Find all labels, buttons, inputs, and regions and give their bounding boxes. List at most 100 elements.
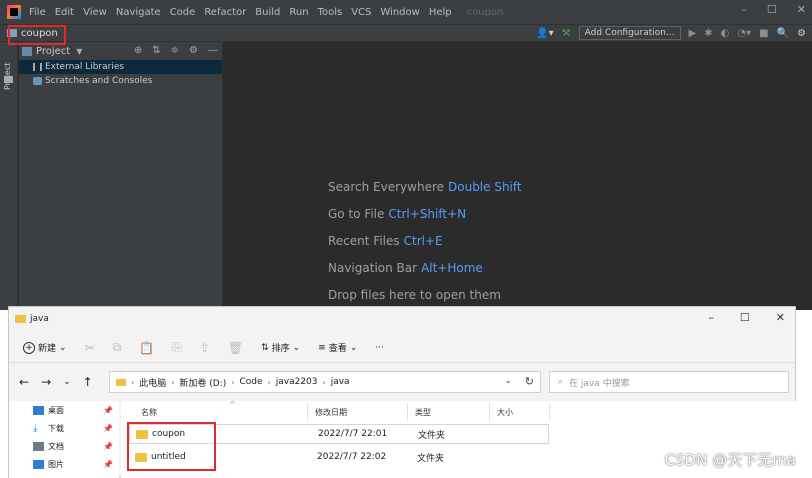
collapse-all-icon[interactable]: ≑ [171, 45, 179, 56]
locate-icon[interactable]: ⊕ [134, 45, 142, 56]
column-divider[interactable] [549, 403, 550, 421]
menu-vcs[interactable]: VCS [351, 7, 371, 18]
desktop-icon [33, 405, 44, 415]
address-segment[interactable]: 新加卷 (D:) [179, 376, 226, 389]
pin-icon[interactable]: 📌 [103, 424, 113, 433]
project-tool-tab[interactable]: Project [3, 46, 15, 90]
chevron-right-icon: › [322, 377, 326, 387]
share-icon[interactable]: ⇪ [200, 341, 210, 355]
file-date: 2022/7/7 22:01 [318, 429, 388, 439]
hint-shortcut: Ctrl+Shift+N [388, 207, 467, 221]
settings-gear-icon[interactable]: ⚙ [797, 28, 806, 39]
address-bar[interactable]: › 此电脑 › 新加卷 (D:) › Code › java2203 › jav… [109, 371, 541, 393]
address-segment[interactable]: java [331, 377, 350, 387]
column-header-name[interactable]: 名称 ^ [121, 400, 307, 421]
search-icon: ⌕ [558, 377, 564, 387]
address-segment[interactable]: java2203 [276, 377, 318, 387]
csdn-watermark: CSDN @天下无ma [664, 451, 796, 469]
chevron-right-icon: › [171, 377, 175, 387]
hint-drop-files: Drop files here to open them [328, 288, 501, 302]
hint-search-everywhere: Search Everywhere Double Shift [328, 180, 522, 194]
hint-recent-files: Recent Files Ctrl+E [328, 234, 443, 248]
back-arrow-icon[interactable]: ← [19, 375, 29, 389]
coverage-icon[interactable]: ◐ [721, 28, 730, 39]
sort-caret-icon: ^ [229, 400, 236, 409]
column-header-type[interactable]: 类型 [407, 403, 489, 421]
delete-icon[interactable]: 🗑 [228, 341, 243, 355]
menu-window[interactable]: Window [380, 7, 419, 18]
profile-icon[interactable]: ◔▾ [737, 28, 751, 39]
maximize-icon[interactable]: ☐ [767, 3, 777, 16]
search-icon[interactable]: 🔍 [777, 28, 789, 39]
file-date: 2022/7/7 22:02 [317, 452, 387, 462]
add-configuration-button[interactable]: Add Configuration... [578, 26, 681, 40]
recent-locations-icon[interactable]: ⌄ [63, 377, 71, 387]
column-label: 名称 [141, 407, 157, 417]
menu-refactor[interactable]: Refactor [204, 7, 246, 18]
menu-build[interactable]: Build [255, 7, 280, 18]
search-placeholder: 在 java 中搜索 [569, 378, 630, 389]
download-icon: ⤓ [33, 422, 38, 434]
project-tool-folder-icon[interactable] [4, 76, 13, 83]
user-icon[interactable]: 👤▾ [536, 28, 553, 39]
pin-icon[interactable]: 📌 [103, 460, 113, 469]
highlight-box-folders [127, 422, 216, 471]
address-segment[interactable]: 此电脑 [139, 376, 166, 389]
tree-item-scratches[interactable]: Scratches and Consoles [19, 74, 222, 88]
stop-icon[interactable]: ■ [759, 28, 768, 39]
column-header-date[interactable]: 修改日期 [307, 403, 407, 421]
more-button[interactable]: ··· [375, 343, 384, 353]
build-hammer-icon[interactable]: ⚒ [562, 28, 571, 39]
search-input[interactable]: ⌕ 在 java 中搜索 [549, 371, 789, 393]
nav-item-downloads[interactable]: ⤓ 下载 📌 [9, 419, 119, 437]
documents-icon [33, 441, 44, 451]
explorer-title: java [30, 314, 49, 324]
cut-icon[interactable]: ✂ [85, 341, 95, 355]
menu-edit[interactable]: Edit [55, 7, 74, 18]
menu-tools[interactable]: Tools [318, 7, 343, 18]
new-button[interactable]: + 新建 ⌄ [23, 341, 67, 354]
menu-code[interactable]: Code [170, 7, 196, 18]
menu-view[interactable]: View [83, 7, 107, 18]
close-icon[interactable]: ✕ [797, 3, 806, 16]
tree-item-external-libraries[interactable]: External Libraries [19, 60, 222, 74]
gear-icon[interactable]: ⚙ [189, 45, 198, 56]
explorer-address-row: ← → ⌄ ↑ › 此电脑 › 新加卷 (D:) › Code › java22… [9, 369, 795, 395]
paste-icon[interactable]: 📋 [139, 341, 154, 355]
forward-arrow-icon[interactable]: → [41, 375, 51, 389]
chevron-down-icon[interactable]: ⌄ [504, 376, 512, 386]
project-panel-title[interactable]: Project [36, 46, 70, 57]
intellij-logo-icon[interactable] [7, 5, 21, 19]
address-segment[interactable]: Code [239, 377, 262, 387]
pictures-icon [33, 459, 44, 469]
maximize-icon[interactable]: ☐ [740, 311, 750, 324]
hide-icon[interactable]: — [208, 45, 218, 56]
minimize-icon[interactable]: – [741, 3, 747, 16]
menu-run[interactable]: Run [289, 7, 308, 18]
column-header-size[interactable]: 大小 [489, 403, 549, 421]
menu-help[interactable]: Help [429, 7, 452, 18]
debug-icon[interactable]: ✱ [704, 28, 712, 39]
minimize-icon[interactable]: – [708, 311, 714, 324]
up-arrow-icon[interactable]: ↑ [83, 375, 93, 389]
refresh-icon[interactable]: ↻ [525, 375, 534, 388]
nav-item-desktop[interactable]: 桌面 📌 [9, 401, 119, 419]
run-icon[interactable]: ▶ [689, 28, 697, 39]
rename-icon[interactable]: ⎘ [172, 340, 182, 355]
navigation-pane: 桌面 📌 ⤓ 下载 📌 文档 📌 图片 📌 [9, 401, 119, 478]
copy-icon[interactable]: ⧉ [113, 340, 122, 355]
nav-item-pictures[interactable]: 图片 📌 [9, 455, 119, 473]
plus-icon: + [23, 341, 35, 354]
expand-all-icon[interactable]: ⇅ [152, 45, 160, 56]
view-button[interactable]: ≡ 查看 ⌄ [318, 341, 357, 355]
close-icon[interactable]: ✕ [776, 311, 785, 324]
chevron-down-icon[interactable]: ▼ [76, 47, 82, 56]
pin-icon[interactable]: 📌 [103, 442, 113, 451]
highlight-box-breadcrumb [8, 25, 66, 45]
pin-icon[interactable]: 📌 [103, 406, 113, 415]
menu-navigate[interactable]: Navigate [116, 7, 161, 18]
menu-file[interactable]: File [29, 7, 46, 18]
nav-item-documents[interactable]: 文档 📌 [9, 437, 119, 455]
editor-welcome-area: Search Everywhere Double Shift Go to File… [224, 42, 812, 310]
sort-button[interactable]: ⇅ 排序 ⌄ [261, 341, 300, 355]
